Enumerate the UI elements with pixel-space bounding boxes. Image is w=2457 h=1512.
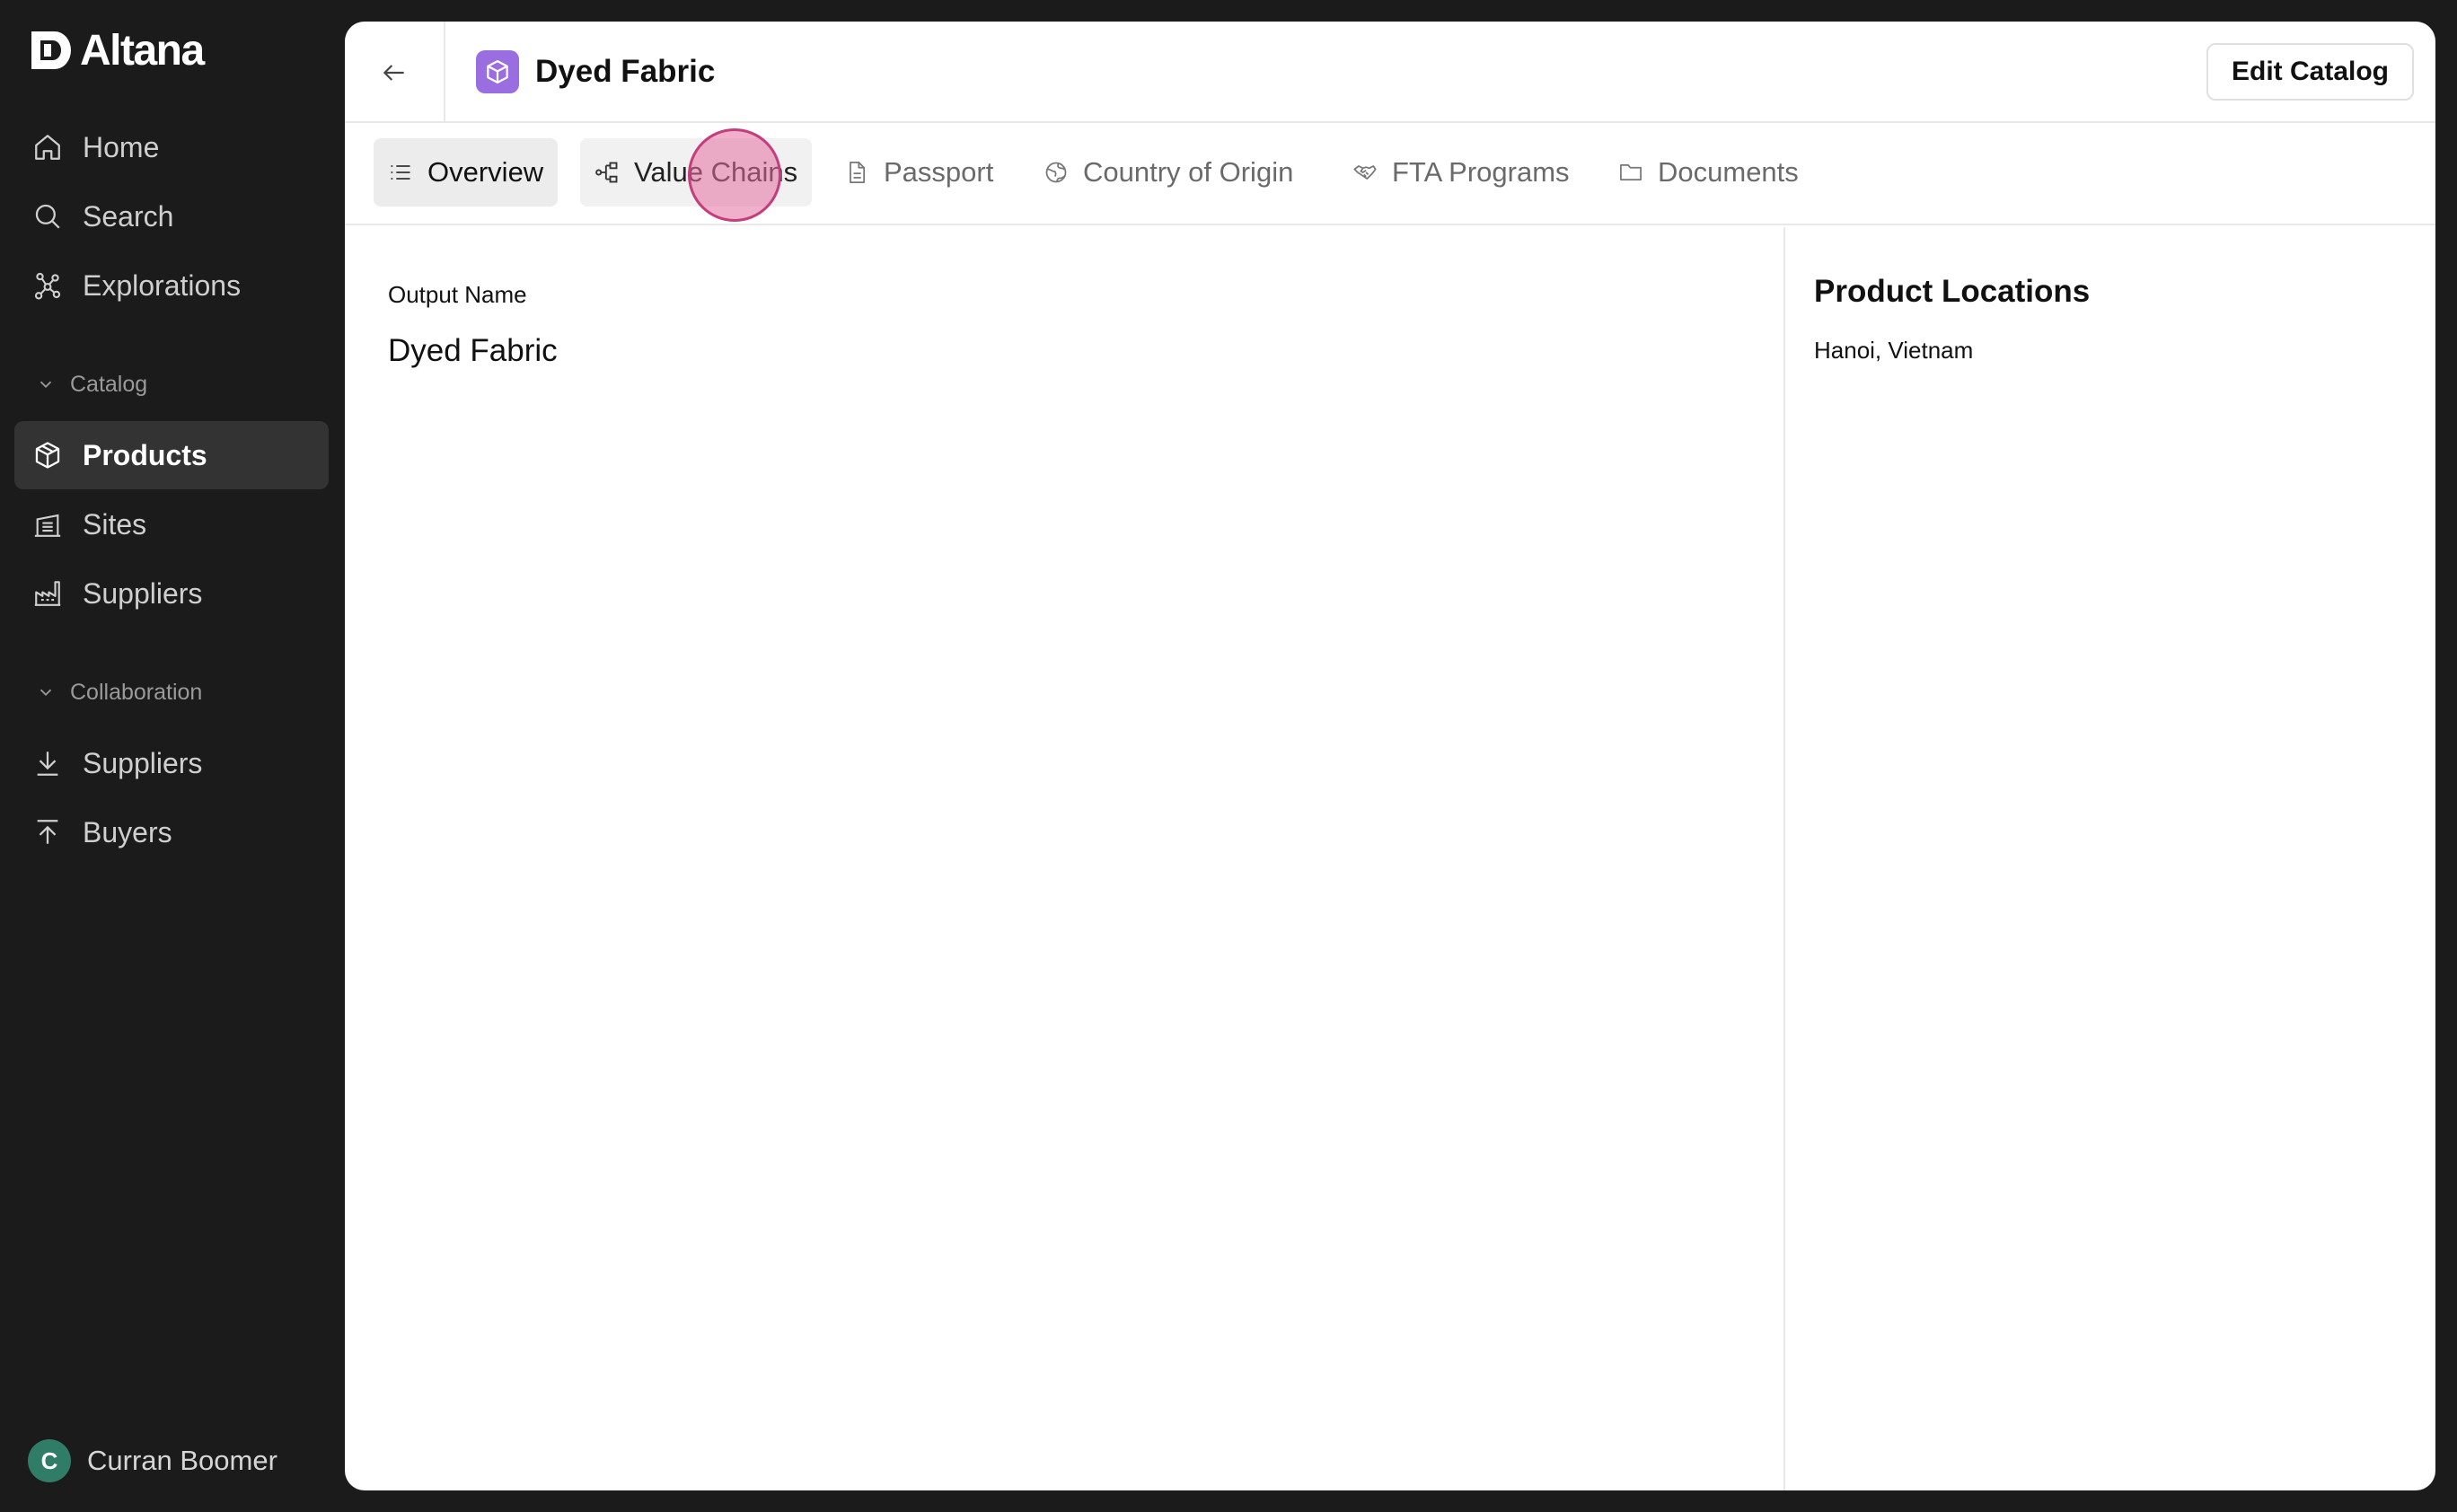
arrow-left-icon	[383, 64, 404, 81]
section-collaboration[interactable]: Collaboration	[36, 674, 202, 710]
overview-panel: Output Name Dyed Fabric	[345, 227, 1785, 1490]
tab-passport-label: Passport	[884, 156, 994, 188]
tab-country-of-origin[interactable]: Country of Origin	[1029, 138, 1308, 207]
sidebar: Altana Home Search Explorations Catalog …	[0, 0, 345, 1512]
app-logo[interactable]: Altana	[28, 25, 205, 75]
tab-passport[interactable]: Passport	[830, 138, 1008, 207]
user-name: Curran Boomer	[87, 1445, 277, 1476]
tab-fta-programs-label: FTA Programs	[1392, 156, 1570, 188]
altana-logo-icon	[31, 31, 71, 69]
handshake-icon	[1353, 165, 1377, 180]
tab-overview[interactable]: Overview	[374, 138, 559, 207]
section-catalog[interactable]: Catalog	[36, 366, 147, 402]
tab-overview-label: Overview	[427, 156, 544, 188]
factory-icon	[34, 581, 61, 606]
product-badge	[476, 50, 519, 93]
nav-buyers[interactable]: Buyers	[14, 798, 329, 866]
nav-products[interactable]: Products	[14, 421, 329, 489]
cube-icon	[35, 442, 60, 469]
document-icon	[850, 162, 866, 183]
section-catalog-label: Catalog	[70, 371, 148, 397]
nav-explorations[interactable]: Explorations	[14, 251, 329, 320]
product-location-value: Hanoi, Vietnam	[1814, 337, 1974, 364]
hierarchy-icon	[595, 162, 618, 183]
nav-sites-label: Sites	[83, 507, 147, 541]
nav-catalog-suppliers[interactable]: Suppliers	[14, 559, 329, 628]
folder-icon	[1620, 163, 1642, 181]
page-header: Dyed Fabric Edit Catalog	[345, 22, 2435, 123]
nav-home[interactable]: Home	[14, 113, 329, 181]
main-panel: Dyed Fabric Edit Catalog Overview Value …	[345, 22, 2435, 1490]
page-title-group: Dyed Fabric	[476, 50, 715, 93]
section-collaboration-label: Collaboration	[70, 679, 203, 705]
back-button[interactable]	[345, 22, 445, 123]
nav-sites[interactable]: Sites	[14, 490, 329, 558]
nav-home-label: Home	[83, 130, 160, 163]
product-locations-heading: Product Locations	[1814, 274, 2091, 309]
page-title: Dyed Fabric	[535, 54, 716, 89]
chevron-down-icon	[40, 381, 52, 389]
tab-value-chains[interactable]: Value Chains	[580, 138, 813, 207]
nav-search[interactable]: Search	[14, 182, 329, 251]
home-icon	[35, 135, 60, 160]
cube-icon	[487, 60, 508, 84]
tab-country-of-origin-label: Country of Origin	[1083, 156, 1294, 188]
nav-collab-suppliers[interactable]: Suppliers	[14, 729, 329, 797]
tab-value-chains-label: Value Chains	[634, 156, 798, 188]
nav-search-label: Search	[83, 199, 174, 233]
tab-documents-label: Documents	[1658, 156, 1799, 188]
output-name-value: Dyed Fabric	[388, 333, 558, 368]
output-name-label: Output Name	[388, 281, 527, 308]
arrow-up-from-line-icon	[37, 820, 58, 844]
nav-products-label: Products	[83, 438, 207, 471]
globe-icon	[1045, 162, 1067, 183]
nav-catalog-suppliers-label: Suppliers	[83, 576, 203, 610]
warehouse-icon	[34, 514, 61, 537]
edit-catalog-button[interactable]: Edit Catalog	[2206, 43, 2414, 101]
app-name: Altana	[80, 26, 205, 75]
arrow-down-to-line-icon	[37, 752, 58, 776]
product-locations-panel: Product Locations Hanoi, Vietnam	[1787, 227, 2435, 1490]
nav-buyers-label: Buyers	[83, 815, 172, 848]
nav-explorations-label: Explorations	[83, 268, 242, 302]
search-icon	[35, 204, 60, 229]
avatar: C	[28, 1439, 71, 1482]
list-icon	[391, 165, 410, 180]
user-profile[interactable]: C Curran Boomer	[28, 1439, 277, 1482]
network-icon	[34, 272, 61, 300]
tab-documents[interactable]: Documents	[1604, 138, 1813, 207]
chevron-down-icon	[40, 689, 52, 697]
tab-fta-programs[interactable]: FTA Programs	[1338, 138, 1584, 207]
nav-collab-suppliers-label: Suppliers	[83, 746, 203, 779]
tab-bar: Overview Value Chains Passport Country o…	[345, 123, 2435, 225]
